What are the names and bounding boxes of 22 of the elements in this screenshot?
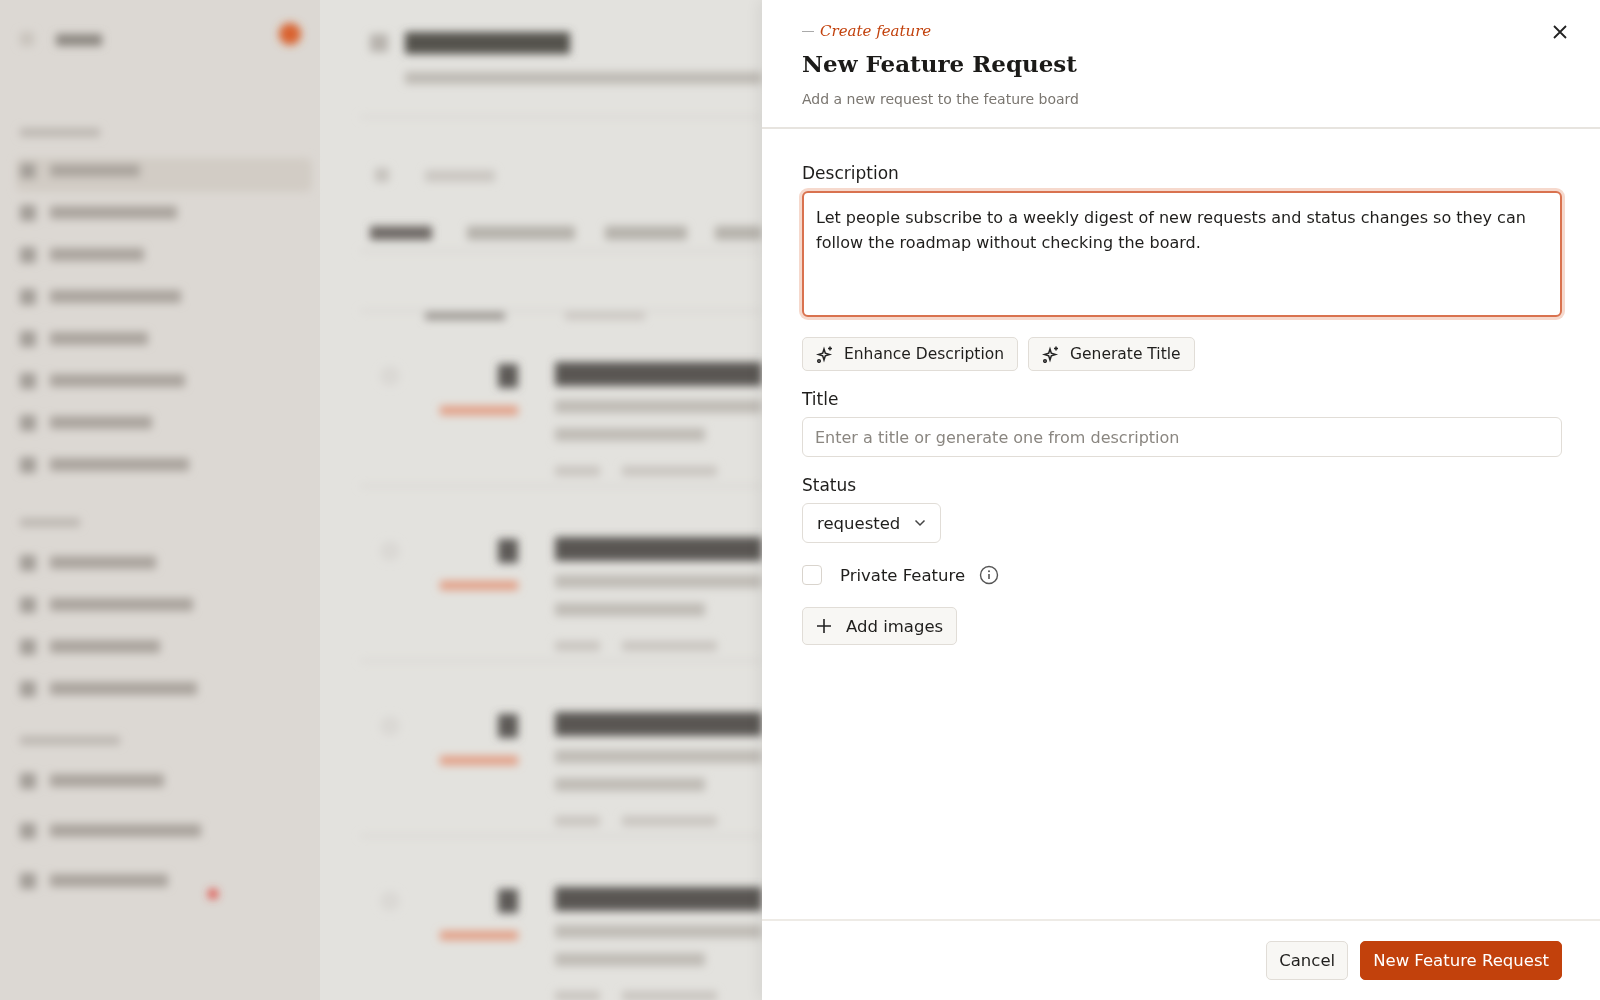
description-field[interactable]: Let people subscribe to a weekly digest of new requests and status changes so they can follow the roadmap without checking the board. bbox=[802, 191, 1562, 317]
private-checkbox[interactable] bbox=[802, 565, 822, 585]
panel-title: New Feature Request bbox=[802, 50, 1078, 77]
field-label: Title bbox=[802, 389, 839, 409]
sparkle-icon bbox=[816, 345, 834, 363]
panel-subtitle: Add a new request to the feature board bbox=[802, 91, 1080, 107]
ai-button[interactable]: Generate Title bbox=[1028, 337, 1195, 371]
submit-button[interactable]: New Feature Request bbox=[1360, 941, 1562, 980]
title-field[interactable]: Enter a title or generate one from description bbox=[802, 417, 1562, 457]
cancel-button[interactable]: Cancel bbox=[1266, 941, 1349, 980]
plus-icon bbox=[816, 618, 832, 634]
sparkle-icon bbox=[1042, 345, 1061, 363]
field-label: Status bbox=[802, 475, 857, 495]
info-icon[interactable] bbox=[979, 565, 1000, 585]
ai-button[interactable]: Enhance Description bbox=[802, 337, 1019, 371]
checkbox-label: Private Feature bbox=[840, 565, 966, 585]
field-label: Description bbox=[802, 163, 899, 183]
chevron-down-icon bbox=[914, 519, 927, 527]
status-select[interactable]: requested bbox=[802, 503, 942, 543]
panel-eyebrow: Create feature bbox=[820, 22, 932, 40]
close-icon[interactable] bbox=[1552, 24, 1568, 40]
add-images-button[interactable]: Add images bbox=[802, 607, 958, 645]
